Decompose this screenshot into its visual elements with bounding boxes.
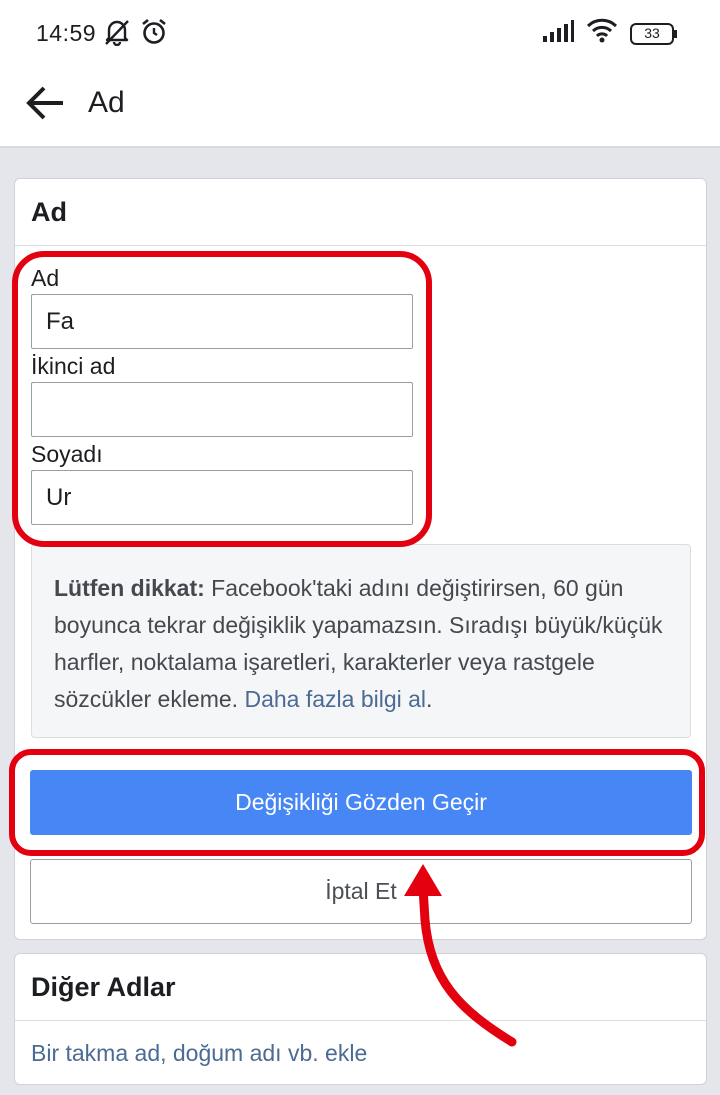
review-change-button[interactable]: Değişikliği Gözden Geçir xyxy=(30,770,692,835)
notice-box: Lütfen dikkat: Facebook'taki adını değiş… xyxy=(31,544,691,738)
muted-bell-icon xyxy=(104,18,130,51)
battery-level: 33 xyxy=(644,24,660,41)
middle-name-label: İkinci ad xyxy=(31,353,116,379)
card-divider xyxy=(15,245,706,246)
name-card: Ad Ad İkinci ad Soyadı Lütfen dikkat: Fa… xyxy=(14,178,707,940)
name-card-title: Ad xyxy=(31,197,67,227)
page-title: Ad xyxy=(88,86,125,119)
wifi-icon xyxy=(586,18,618,49)
middle-name-input[interactable] xyxy=(31,382,413,437)
battery-icon: 33 xyxy=(630,22,678,46)
status-time: 14:59 xyxy=(36,20,97,46)
last-name-label: Soyadı xyxy=(31,441,103,467)
notice-end: . xyxy=(426,686,433,712)
status-left-icons xyxy=(104,18,168,51)
learn-more-link[interactable]: Daha fazla bilgi al xyxy=(244,686,426,712)
other-names-title: Diğer Adlar xyxy=(31,972,176,1002)
first-name-input[interactable] xyxy=(31,294,413,349)
alarm-clock-icon xyxy=(140,18,168,51)
add-other-name-link[interactable]: Bir takma ad, doğum adı vb. ekle xyxy=(31,1040,367,1067)
app-bar: Ad xyxy=(0,62,720,148)
arrow-left-icon xyxy=(26,86,63,120)
card-divider xyxy=(15,1020,706,1021)
other-names-card: Diğer Adlar Bir takma ad, doğum adı vb. … xyxy=(14,953,707,1085)
last-name-input[interactable] xyxy=(31,470,413,525)
status-right-icons: 33 xyxy=(542,18,678,49)
status-bar: 14:59 33 xyxy=(0,0,720,62)
back-button[interactable] xyxy=(22,82,68,124)
first-name-label: Ad xyxy=(31,265,60,291)
notice-bold: Lütfen dikkat: xyxy=(54,575,205,601)
cancel-button[interactable]: İptal Et xyxy=(30,859,692,924)
signal-icon xyxy=(542,20,574,47)
